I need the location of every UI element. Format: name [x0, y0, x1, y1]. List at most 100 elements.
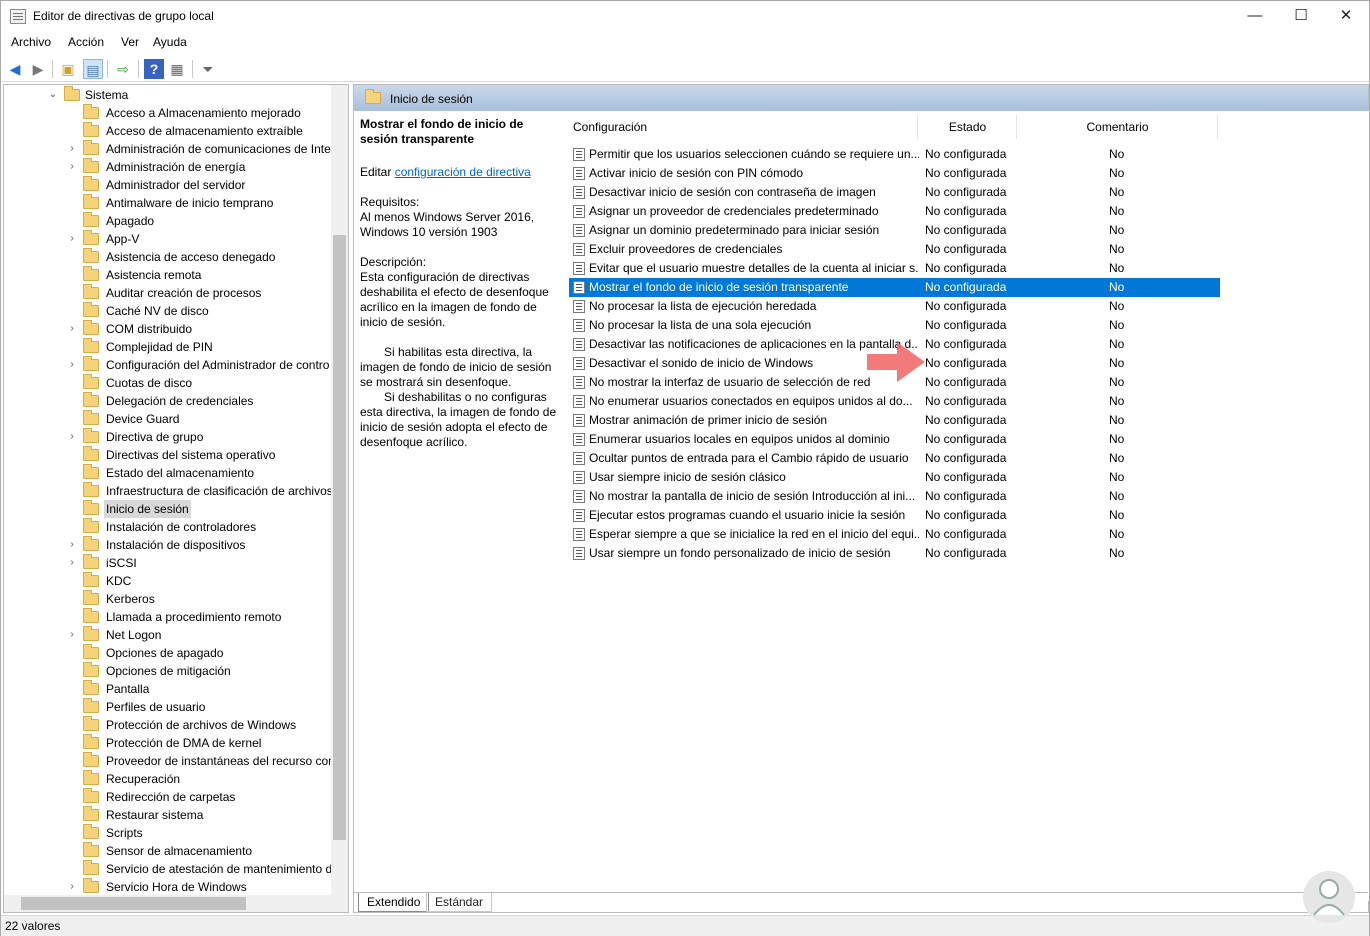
scroll-thumb[interactable]: [333, 235, 346, 840]
tab-extendido[interactable]: Extendido: [358, 893, 430, 912]
tree-node-item[interactable]: › Administración de comunicaciones de Int…: [4, 140, 332, 158]
policy-row[interactable]: No procesar la lista de ejecución hereda…: [569, 297, 1220, 316]
tree-node-item[interactable]: Apagado: [4, 212, 332, 230]
expand-chevron-icon[interactable]: ›: [67, 140, 77, 158]
policy-row[interactable]: Usar siempre inicio de sesión clásico No …: [569, 468, 1220, 487]
help-icon[interactable]: ?: [144, 59, 164, 79]
edit-policy-link[interactable]: configuración de directiva: [395, 165, 531, 179]
tree-node-item[interactable]: Servicio de atestación de mantenimiento …: [4, 860, 339, 878]
policy-row[interactable]: Mostrar animación de primer inicio de se…: [569, 411, 1220, 430]
menu-ver[interactable]: Ver: [121, 35, 139, 49]
close-button[interactable]: ✕: [1323, 1, 1369, 32]
tree-node-item[interactable]: › Configuración del Administrador de cont…: [4, 356, 332, 374]
tree-node-item[interactable]: Recuperación: [4, 770, 332, 788]
expand-chevron-icon[interactable]: ›: [67, 158, 77, 176]
tree-node-item[interactable]: Estado del almacenamiento: [4, 464, 332, 482]
tree-node-item[interactable]: Sensor de almacenamiento: [4, 842, 332, 860]
tree-node-item[interactable]: › Instalación de dispositivos: [4, 536, 332, 554]
policy-row[interactable]: Usar siempre un fondo personalizado de i…: [569, 544, 1220, 563]
tree-node-item[interactable]: Caché NV de disco: [4, 302, 332, 320]
tree-node-sistema[interactable]: ⌄ Sistema: [4, 86, 334, 104]
policy-row[interactable]: Asignar un dominio predeterminado para i…: [569, 221, 1220, 240]
tree-node-item[interactable]: Auditar creación de procesos: [4, 284, 332, 302]
column-header-configuracion[interactable]: Configuración: [573, 115, 918, 139]
tree-node-item[interactable]: Instalación de controladores: [4, 518, 332, 536]
column-header-estado[interactable]: Estado: [919, 115, 1017, 139]
expand-chevron-icon[interactable]: ›: [67, 356, 77, 374]
up-folder-icon[interactable]: ▣: [58, 59, 78, 79]
expand-chevron-icon[interactable]: ›: [67, 230, 77, 248]
properties-icon[interactable]: ▦: [167, 59, 187, 79]
policy-row[interactable]: Mostrar el fondo de inicio de sesión tra…: [569, 278, 1220, 297]
scroll-thumb[interactable]: [21, 897, 246, 910]
tree-node-item[interactable]: › App-V: [4, 230, 332, 248]
forward-arrow-icon[interactable]: ▶: [28, 59, 48, 79]
tree-node-item[interactable]: › Net Logon: [4, 626, 332, 644]
tree-node-item[interactable]: Opciones de apagado: [4, 644, 332, 662]
policy-row[interactable]: Evitar que el usuario muestre detalles d…: [569, 259, 1220, 278]
maximize-button[interactable]: ☐: [1278, 1, 1324, 32]
menu-ayuda[interactable]: Ayuda: [153, 35, 187, 49]
tree-node-item[interactable]: Llamada a procedimiento remoto: [4, 608, 332, 626]
tree-node-item[interactable]: › Directiva de grupo: [4, 428, 332, 446]
tree-node-item[interactable]: › Administración de energía: [4, 158, 332, 176]
tree-node-item[interactable]: Directivas del sistema operativo: [4, 446, 332, 464]
tree-node-item[interactable]: Scripts: [4, 824, 332, 842]
tree-node-item[interactable]: Protección de DMA de kernel: [4, 734, 332, 752]
expand-chevron-icon[interactable]: ›: [67, 536, 77, 554]
show-hide-tree-icon[interactable]: ▤: [83, 59, 103, 79]
policy-row[interactable]: No mostrar la pantalla de inicio de sesi…: [569, 487, 1220, 506]
policy-row[interactable]: Enumerar usuarios locales en equipos uni…: [569, 430, 1220, 449]
tree-node-item[interactable]: Administrador del servidor: [4, 176, 332, 194]
minimize-button[interactable]: —: [1232, 1, 1278, 32]
policy-row[interactable]: Desactivar inicio de sesión con contrase…: [569, 183, 1220, 202]
policy-row[interactable]: No enumerar usuarios conectados en equip…: [569, 392, 1220, 411]
tree-node-item[interactable]: Kerberos: [4, 590, 332, 608]
expand-chevron-icon[interactable]: ›: [67, 320, 77, 338]
tree-horizontal-scrollbar[interactable]: [4, 895, 348, 912]
tree-node-item[interactable]: Protección de archivos de Windows: [4, 716, 332, 734]
policy-row[interactable]: Esperar siempre a que se inicialice la r…: [569, 525, 1220, 544]
policy-row[interactable]: Asignar un proveedor de credenciales pre…: [569, 202, 1220, 221]
collapse-chevron-icon[interactable]: ⌄: [48, 86, 58, 104]
tree-node-item[interactable]: Cuotas de disco: [4, 374, 332, 392]
tree-node-item[interactable]: Perfiles de usuario: [4, 698, 332, 716]
tree-node-item[interactable]: Asistencia remota: [4, 266, 332, 284]
menu-accion[interactable]: Acción: [68, 35, 104, 49]
policy-row[interactable]: Activar inicio de sesión con PIN cómodo N…: [569, 164, 1220, 183]
policy-row[interactable]: Ejecutar estos programas cuando el usuar…: [569, 506, 1220, 525]
tree-node-item[interactable]: Antimalware de inicio temprano: [4, 194, 332, 212]
expand-chevron-icon[interactable]: ›: [67, 428, 77, 446]
policy-row[interactable]: Excluir proveedores de credenciales No co…: [569, 240, 1220, 259]
policy-row[interactable]: Permitir que los usuarios seleccionen cu…: [569, 145, 1220, 164]
tree-node-item[interactable]: Pantalla: [4, 680, 332, 698]
tree-node-item[interactable]: › COM distribuido: [4, 320, 332, 338]
tree-node-item[interactable]: › Servicio Hora de Windows: [4, 878, 332, 896]
policy-row[interactable]: Ocultar puntos de entrada para el Cambio…: [569, 449, 1220, 468]
tree-node-item[interactable]: Acceso de almacenamiento extraíble: [4, 122, 332, 140]
filter-icon[interactable]: ⏷: [198, 59, 218, 79]
tab-estandar[interactable]: Estándar: [426, 893, 493, 912]
back-arrow-icon[interactable]: ◀: [5, 59, 25, 79]
tree-node-item[interactable]: Infraestructura de clasificación de arch…: [4, 482, 333, 500]
tree-node-item[interactable]: Asistencia de acceso denegado: [4, 248, 332, 266]
tree-node-item[interactable]: Delegación de credenciales: [4, 392, 332, 410]
column-header-comentario[interactable]: Comentario: [1018, 115, 1218, 139]
tree-node-item[interactable]: Inicio de sesión: [4, 500, 332, 518]
tree-node-item[interactable]: › iSCSI: [4, 554, 332, 572]
tree-node-item[interactable]: Opciones de mitigación: [4, 662, 332, 680]
tree-node-item[interactable]: Complejidad de PIN: [4, 338, 332, 356]
policy-row[interactable]: No procesar la lista de una sola ejecuci…: [569, 316, 1220, 335]
tree-node-item[interactable]: KDC: [4, 572, 332, 590]
tree-node-item[interactable]: Restaurar sistema: [4, 806, 332, 824]
menu-archivo[interactable]: Archivo: [11, 35, 51, 49]
tree-node-item[interactable]: Acceso a Almacenamiento mejorado: [4, 104, 332, 122]
expand-chevron-icon[interactable]: ›: [67, 554, 77, 572]
tree-node-item[interactable]: Redirección de carpetas: [4, 788, 332, 806]
expand-chevron-icon[interactable]: ›: [67, 878, 77, 896]
tree-node-item[interactable]: Device Guard: [4, 410, 332, 428]
expand-chevron-icon[interactable]: ›: [67, 626, 77, 644]
export-list-icon[interactable]: ⇨: [113, 59, 133, 79]
tree-vertical-scrollbar[interactable]: [331, 85, 348, 896]
tree-node-item[interactable]: Proveedor de instantáneas del recurso co…: [4, 752, 338, 770]
